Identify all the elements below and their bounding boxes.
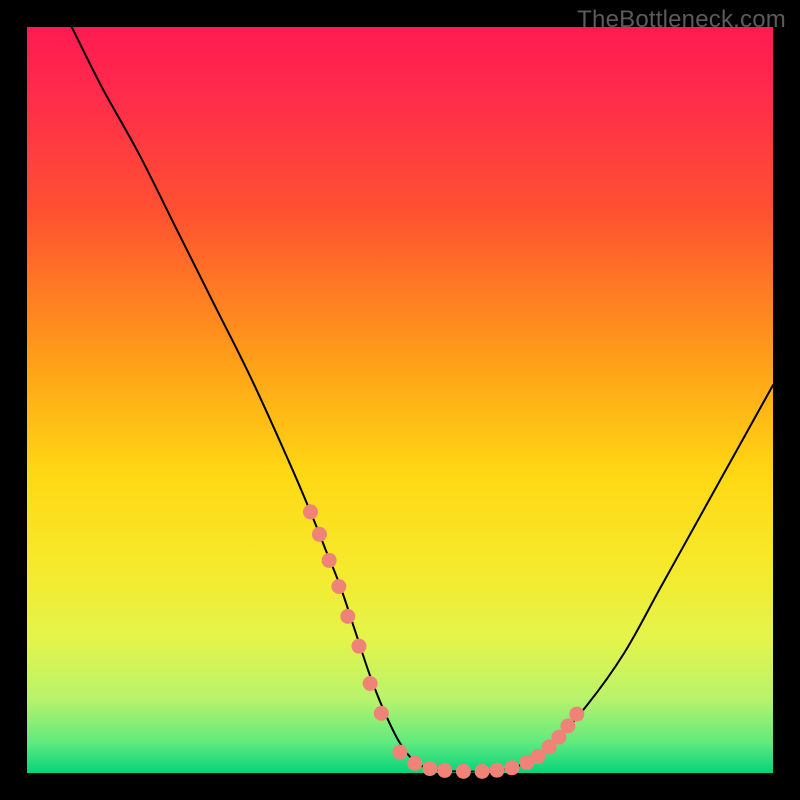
marker-dot xyxy=(351,639,366,654)
marker-dot xyxy=(407,756,422,771)
marker-dot xyxy=(569,707,584,722)
marker-dot xyxy=(340,609,355,624)
marker-dot xyxy=(475,764,490,779)
curve-layer xyxy=(27,27,773,773)
marker-dot xyxy=(489,763,504,778)
marker-dot xyxy=(456,764,471,779)
marker-dot xyxy=(363,676,378,691)
marker-group xyxy=(303,504,584,778)
marker-dot xyxy=(437,763,452,778)
bottleneck-curve-path xyxy=(72,27,773,772)
marker-dot xyxy=(322,553,337,568)
watermark-text: TheBottleneck.com xyxy=(577,6,786,34)
plot-area xyxy=(27,27,773,773)
marker-dot xyxy=(303,504,318,519)
marker-dot xyxy=(374,706,389,721)
marker-dot xyxy=(312,527,327,542)
marker-dot xyxy=(504,760,519,775)
marker-dot xyxy=(331,579,346,594)
marker-dot xyxy=(560,719,575,734)
marker-dot xyxy=(393,745,408,760)
chart-frame: TheBottleneck.com xyxy=(0,0,800,800)
marker-dot xyxy=(422,761,437,776)
